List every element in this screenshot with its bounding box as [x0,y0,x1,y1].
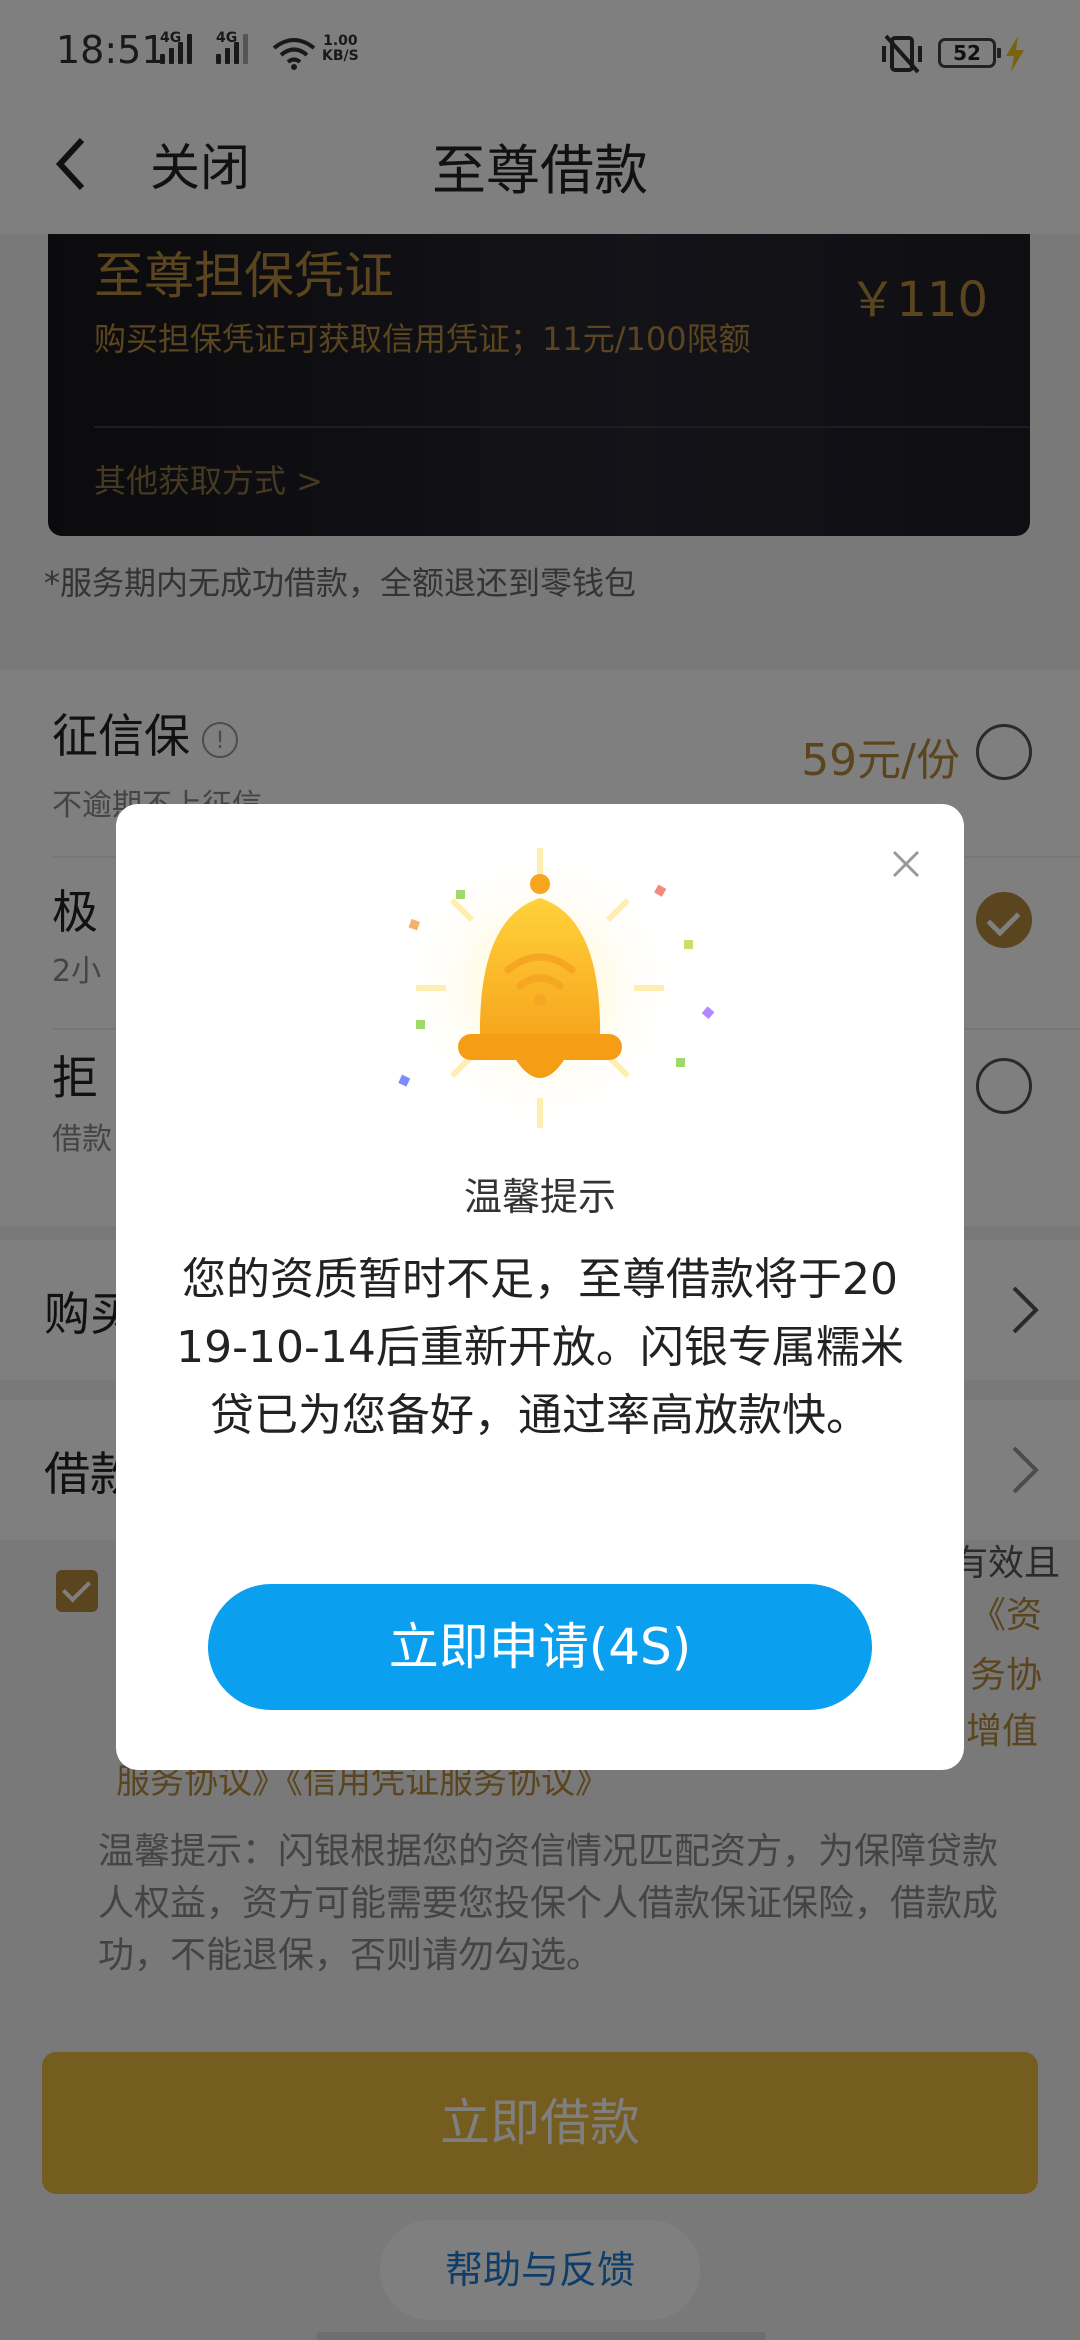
tip-dialog: 温馨提示 您的资质暂时不足，至尊借款将于2019-10-14后重新开放。闪银专属… [116,804,964,1770]
bell-icon [398,848,715,1128]
dialog-message: 您的资质暂时不足，至尊借款将于2019-10-14后重新开放。闪银专属糯米贷已为… [176,1254,904,1441]
dialog-title: 温馨提示 [463,1175,616,1219]
close-icon[interactable] [888,846,924,882]
apply-now-button[interactable]: 立即申请(4S) [208,1584,872,1710]
